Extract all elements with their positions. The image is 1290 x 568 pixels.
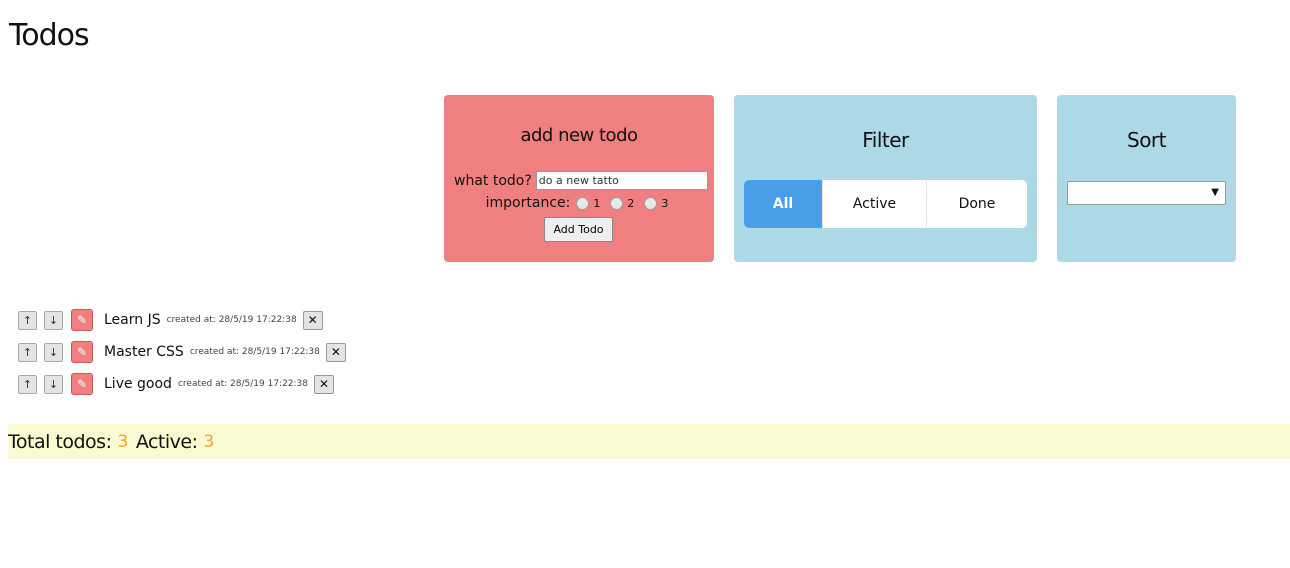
- add-todo-panel: add new todo what todo? importance: 1 2 …: [444, 95, 714, 262]
- edit-button[interactable]: ✎: [71, 373, 93, 395]
- importance-row: importance: 1 2 3: [444, 195, 714, 211]
- arrow-up-icon: ↑: [22, 377, 33, 391]
- filter-segmented-control: All Active Done: [744, 180, 1027, 228]
- list-item: ↑ ↓ ✎ Learn JS created at: 28/5/19 17:22…: [18, 304, 346, 336]
- dropdown-arrow-icon: ▼: [1211, 187, 1219, 198]
- arrow-down-icon: ↓: [48, 377, 59, 391]
- add-todo-title: add new todo: [520, 125, 638, 146]
- close-icon: ✕: [318, 377, 330, 391]
- filter-all-button[interactable]: All: [744, 180, 822, 228]
- importance-label: importance:: [485, 195, 571, 211]
- todo-text-input[interactable]: [535, 171, 708, 190]
- filter-done-button[interactable]: Done: [926, 180, 1027, 228]
- list-item: ↑ ↓ ✎ Live good created at: 28/5/19 17:2…: [18, 368, 346, 400]
- importance-radio-1[interactable]: [576, 196, 590, 210]
- importance-label-1: 1: [593, 196, 601, 210]
- pencil-icon: ✎: [76, 345, 88, 359]
- sort-select[interactable]: ▼: [1067, 181, 1226, 205]
- todo-text: Live good: [104, 376, 172, 392]
- add-todo-button[interactable]: Add Todo: [544, 217, 613, 242]
- delete-button[interactable]: ✕: [325, 342, 346, 362]
- list-item: ↑ ↓ ✎ Master CSS created at: 28/5/19 17:…: [18, 336, 346, 368]
- todo-stats-bar: Total todos: 3 Active: 3: [8, 424, 1290, 459]
- importance-label-3: 3: [661, 196, 669, 210]
- pencil-icon: ✎: [76, 313, 88, 327]
- todo-created-date: created at: 28/5/19 17:22:38: [189, 347, 320, 357]
- move-up-button[interactable]: ↑: [18, 342, 37, 362]
- move-down-button[interactable]: ↓: [44, 310, 63, 330]
- close-icon: ✕: [330, 345, 341, 359]
- move-up-button[interactable]: ↑: [18, 374, 37, 394]
- todo-created-date: created at: 28/5/19 17:22:38: [166, 315, 297, 325]
- importance-label-2: 2: [627, 196, 635, 210]
- edit-button[interactable]: ✎: [71, 341, 93, 363]
- delete-button[interactable]: ✕: [314, 374, 335, 394]
- importance-radio-2[interactable]: [610, 196, 624, 210]
- todo-text: Master CSS: [104, 344, 184, 360]
- move-down-button[interactable]: ↓: [44, 342, 63, 362]
- page-title: Todos: [9, 18, 90, 53]
- importance-radio-3[interactable]: [644, 196, 658, 210]
- filter-panel: Filter All Active Done: [734, 95, 1037, 262]
- arrow-down-icon: ↓: [48, 345, 59, 359]
- move-down-button[interactable]: ↓: [44, 374, 63, 394]
- active-todos-count: 3: [203, 431, 215, 452]
- todo-text: Learn JS: [104, 312, 161, 328]
- total-todos-count: 3: [117, 431, 128, 452]
- close-icon: ✕: [307, 313, 318, 327]
- edit-button[interactable]: ✎: [71, 309, 93, 331]
- arrow-down-icon: ↓: [48, 313, 59, 327]
- todo-list: ↑ ↓ ✎ Learn JS created at: 28/5/19 17:22…: [18, 304, 346, 400]
- total-todos-label: Total todos:: [8, 430, 112, 453]
- filter-title: Filter: [862, 128, 909, 152]
- sort-title: Sort: [1127, 128, 1167, 152]
- arrow-up-icon: ↑: [22, 313, 33, 327]
- what-todo-row: what todo?: [454, 171, 708, 190]
- delete-button[interactable]: ✕: [302, 310, 323, 330]
- todo-created-date: created at: 28/5/19 17:22:38: [177, 379, 309, 389]
- filter-active-button[interactable]: Active: [822, 180, 926, 228]
- what-todo-label: what todo?: [454, 172, 532, 189]
- sort-panel: Sort ▼: [1057, 95, 1236, 262]
- arrow-up-icon: ↑: [22, 345, 33, 359]
- pencil-icon: ✎: [76, 377, 88, 391]
- move-up-button[interactable]: ↑: [18, 310, 37, 330]
- active-todos-label: Active:: [135, 430, 198, 453]
